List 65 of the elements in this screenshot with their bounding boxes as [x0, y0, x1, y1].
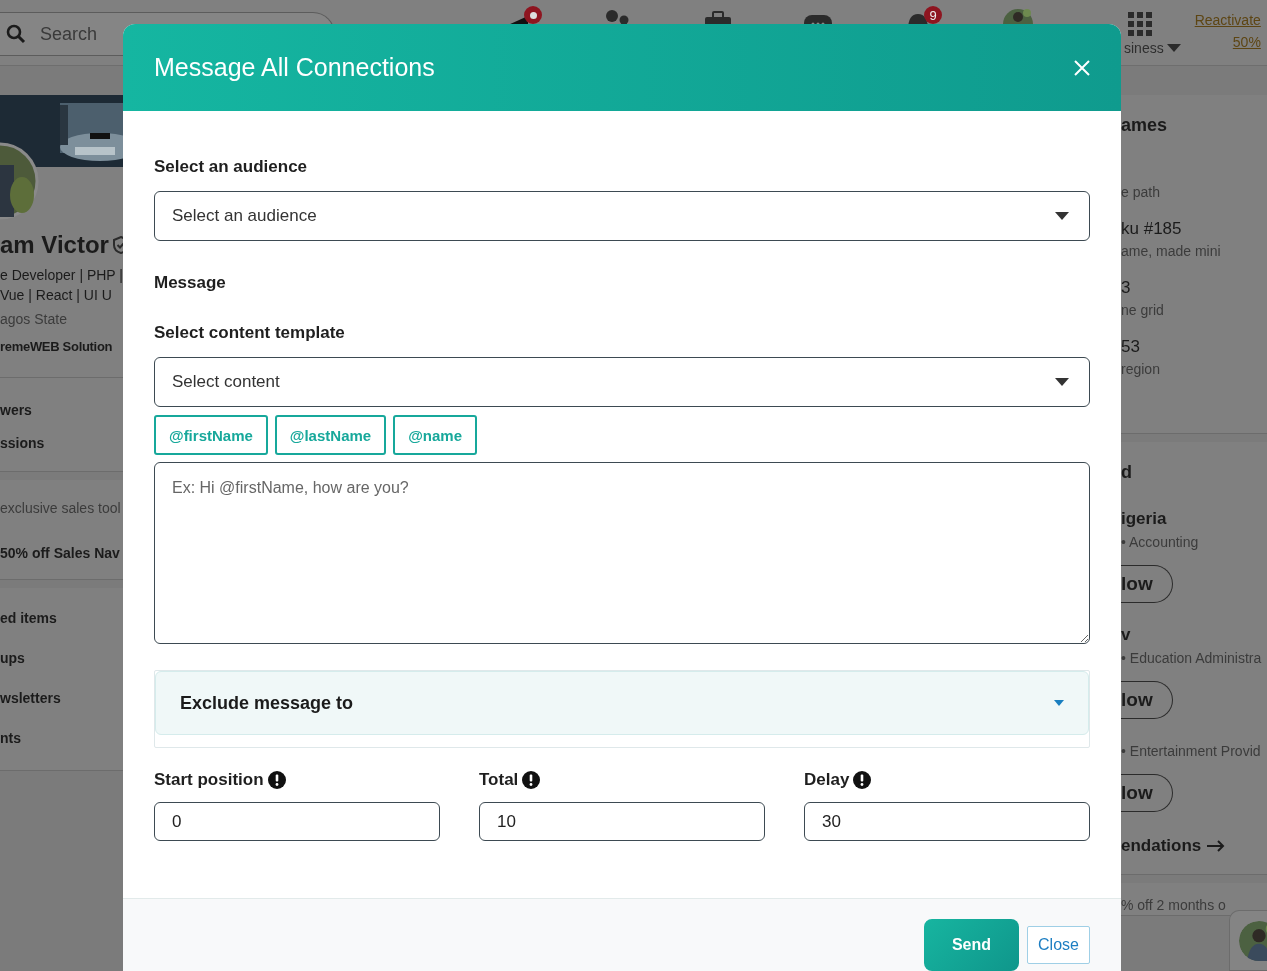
exclude-accordion[interactable]: Exclude message to — [155, 671, 1089, 735]
search-icon — [6, 24, 26, 44]
message-field[interactable]: Ex: Hi @firstName, how are you? — [154, 462, 1090, 644]
card-heading: d — [1121, 462, 1132, 483]
premium-link[interactable]: 50% — [1232, 34, 1261, 50]
promo-text: exclusive sales tool — [0, 499, 121, 518]
profile-headline: e Developer | PHP | — [0, 266, 123, 285]
business-menu[interactable]: siness — [1124, 40, 1164, 56]
profile-name: am Victor — [0, 231, 109, 259]
apps-grid-icon[interactable] — [1128, 12, 1152, 36]
caret-icon — [1054, 700, 1064, 706]
messaging-tab[interactable] — [1229, 910, 1267, 971]
field-label: Total — [479, 770, 519, 790]
field-label: Delay — [804, 770, 850, 790]
profile-stat[interactable]: wers — [0, 400, 123, 420]
game-subtitle: region — [1121, 360, 1161, 379]
profile-location: agos State — [0, 310, 67, 329]
audience-select[interactable]: Select an audience — [154, 191, 1090, 241]
number-field[interactable]: 30 — [804, 802, 1090, 841]
profile-headline: Vue | React | UI U — [0, 286, 113, 305]
send-button[interactable]: Send — [924, 919, 1019, 971]
info-icon[interactable] — [853, 771, 872, 789]
caret-icon — [1055, 212, 1069, 220]
game-title[interactable]: ku #185 — [1121, 219, 1221, 239]
profile-company: remeWEB Solution — [0, 338, 113, 356]
section-label: Message — [154, 273, 227, 293]
notification-dot — [524, 6, 542, 24]
recommendations-link[interactable]: endations — [1121, 836, 1202, 856]
offer-text: % off 2 months o — [1121, 896, 1226, 915]
close-button[interactable]: Close — [1027, 926, 1090, 964]
token-button[interactable]: @firstName — [154, 415, 268, 455]
token-button[interactable]: @name — [393, 415, 477, 455]
arrow-right-icon — [1207, 840, 1226, 852]
person-name[interactable]: igeria — [1121, 509, 1167, 529]
info-icon[interactable] — [522, 771, 541, 789]
field-label: Select content template — [154, 323, 346, 343]
shortcut-link[interactable]: ed items — [0, 608, 57, 628]
person-name[interactable]: v — [1121, 625, 1131, 645]
info-icon[interactable] — [267, 771, 286, 789]
premium-link[interactable]: Reactivate — [1194, 12, 1261, 28]
profile-stat[interactable]: ssions — [0, 433, 123, 453]
person-detail: • Entertainment Provid — [1121, 742, 1261, 761]
template-select[interactable]: Select content — [154, 357, 1090, 407]
game-subtitle: e path — [1121, 183, 1161, 202]
promo-link[interactable]: 50% off Sales Nav — [0, 543, 120, 563]
dropdown-caret-icon — [1166, 44, 1181, 52]
notification-count: 9 — [924, 6, 942, 24]
number-field[interactable]: 0 — [154, 802, 440, 841]
field-label: Select an audience — [154, 157, 309, 177]
shortcut-link[interactable]: ups — [0, 648, 25, 668]
field-label: Start position — [154, 770, 264, 790]
number-field[interactable]: 10 — [479, 802, 765, 841]
modal-title: Message All Connections — [154, 53, 435, 82]
game-subtitle: ne grid — [1121, 301, 1165, 320]
shortcut-link[interactable]: wsletters — [0, 688, 61, 708]
card-heading: ames — [1121, 115, 1168, 136]
game-subtitle: ame, made mini — [1121, 242, 1221, 261]
token-button[interactable]: @lastName — [274, 415, 387, 455]
close-icon[interactable] — [1074, 59, 1090, 76]
game-title[interactable]: 53 — [1121, 337, 1221, 357]
shortcut-link[interactable]: nts — [0, 728, 21, 748]
person-detail: • Education Administra — [1121, 649, 1262, 668]
game-title[interactable]: 3 — [1121, 278, 1221, 298]
person-detail: • Accounting — [1121, 533, 1199, 552]
caret-icon — [1055, 378, 1069, 386]
